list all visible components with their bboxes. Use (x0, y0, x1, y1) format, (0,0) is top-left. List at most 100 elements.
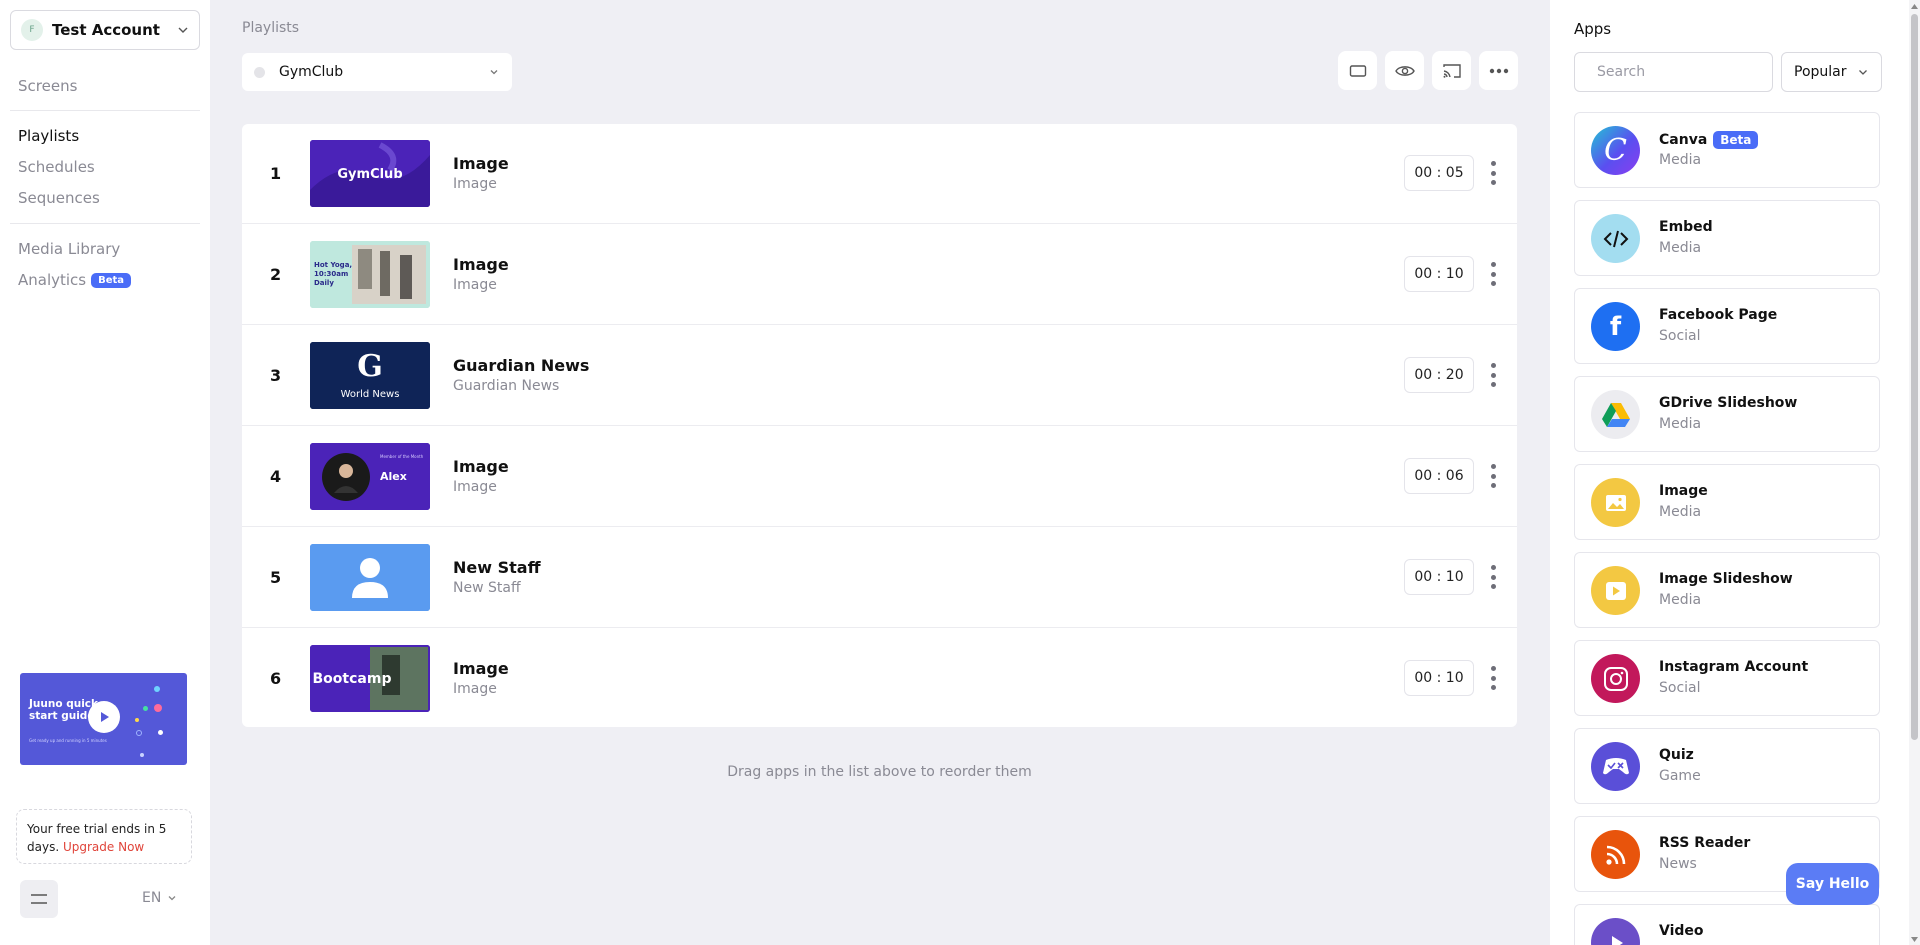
preview-button[interactable] (1385, 51, 1424, 90)
app-category: Media (1659, 240, 1702, 256)
app-card-canva[interactable]: C Canva Beta Media (1574, 112, 1880, 188)
status-dot (254, 66, 265, 78)
scrollbar[interactable] (1909, 0, 1920, 945)
app-search[interactable] (1574, 52, 1773, 92)
playlist-row[interactable]: 4 Member of the Month Alex Image Image 0… (242, 427, 1517, 527)
nav-screens[interactable]: Screens (18, 77, 77, 95)
person-icon (310, 544, 430, 611)
chevron-down-icon (1859, 70, 1867, 75)
row-subtitle: Image (453, 681, 497, 697)
app-card-image[interactable]: Image Media (1574, 464, 1880, 540)
app-name: Facebook Page (1659, 307, 1778, 323)
playlist-select[interactable]: GymClub (242, 53, 512, 91)
more-vertical-icon[interactable] (1490, 666, 1496, 690)
more-options-button[interactable] (1479, 51, 1518, 90)
playlist-row[interactable]: 5 New Staff New Staff 00 : 10 (242, 528, 1517, 628)
app-card-image-slideshow[interactable]: Image Slideshow Media (1574, 552, 1880, 628)
nav-media-library[interactable]: Media Library (18, 240, 120, 258)
app-name: Quiz (1659, 747, 1694, 763)
duration-input[interactable]: 00 : 20 (1404, 357, 1474, 393)
image-icon (1591, 478, 1640, 527)
say-hello-button[interactable]: Say Hello (1786, 863, 1879, 905)
playlist-row[interactable]: 1 GymClub Image Image 00 : 05 (242, 124, 1517, 224)
row-number: 4 (270, 467, 282, 486)
thumb-text: GymClub (337, 167, 402, 182)
account-switcher[interactable]: F Test Account (10, 10, 200, 50)
app-category: News (1659, 856, 1697, 872)
scroll-down-icon[interactable] (1911, 935, 1918, 943)
row-thumbnail (310, 544, 430, 611)
more-vertical-icon[interactable] (1490, 161, 1496, 185)
play-icon[interactable] (88, 701, 120, 733)
gdrive-icon (1591, 390, 1640, 439)
more-vertical-icon[interactable] (1490, 464, 1496, 488)
playlist-name: GymClub (279, 64, 344, 80)
app-category: Media (1659, 416, 1702, 432)
more-vertical-icon[interactable] (1490, 262, 1496, 286)
playlist-row[interactable]: 6 Bootcamp Image Image 00 : 10 (242, 629, 1517, 729)
row-title: Image (453, 659, 509, 678)
app-category: Media (1659, 152, 1702, 168)
app-category: Media (1659, 592, 1702, 608)
nav-playlists[interactable]: Playlists (18, 127, 79, 145)
row-subtitle: Image (453, 277, 497, 293)
page-title: Playlists (242, 20, 300, 36)
row-number: 2 (270, 265, 282, 284)
scroll-up-icon[interactable] (1911, 2, 1918, 10)
chevron-down-icon (168, 896, 176, 901)
more-vertical-icon[interactable] (1490, 363, 1496, 387)
row-title: Image (453, 154, 509, 173)
more-vertical-icon[interactable] (1490, 565, 1496, 589)
thumb-text: World News (341, 389, 400, 400)
thumb-text: Bootcamp (313, 671, 392, 687)
app-card-embed[interactable]: Embed Media (1574, 200, 1880, 276)
app-category: Media (1659, 504, 1702, 520)
app-card-gdrive-slideshow[interactable]: GDrive Slideshow Media (1574, 376, 1880, 452)
duration-input[interactable]: 00 : 05 (1404, 155, 1474, 191)
sort-select[interactable]: Popular (1781, 52, 1882, 92)
app-category: Social (1659, 328, 1701, 344)
canva-icon: C (1591, 126, 1640, 175)
upgrade-now-link[interactable]: Upgrade Now (63, 840, 144, 854)
eye-icon (1394, 65, 1415, 76)
app-name: GDrive Slideshow (1659, 395, 1798, 411)
rss-icon (1591, 830, 1640, 879)
facebook-icon: f (1591, 302, 1640, 351)
scrollbar-thumb[interactable] (1911, 14, 1918, 740)
nav-schedules[interactable]: Schedules (18, 158, 95, 176)
nav-divider (10, 110, 200, 111)
duration-input[interactable]: 00 : 10 (1404, 559, 1474, 595)
sort-label: Popular (1794, 64, 1847, 80)
sidebar: F Test Account Screens Playlists Schedul… (0, 0, 210, 945)
language-select[interactable]: EN (142, 890, 177, 906)
orientation-button[interactable] (1338, 51, 1377, 90)
app-card-instagram-account[interactable]: Instagram Account Social (1574, 640, 1880, 716)
cast-button[interactable] (1432, 51, 1471, 90)
search-input[interactable] (1597, 64, 1771, 80)
duration-input[interactable]: 00 : 10 (1404, 256, 1474, 292)
thumb-caption: Member of the Month (380, 454, 424, 459)
app-card-facebook-page[interactable]: f Facebook Page Social (1574, 288, 1880, 364)
app-card-quiz[interactable]: Quiz Game (1574, 728, 1880, 804)
playlist-row[interactable]: 3 G World News Guardian News Guardian Ne… (242, 326, 1517, 426)
row-number: 1 (270, 164, 282, 183)
duration-input[interactable]: 00 : 06 (1404, 458, 1474, 494)
nav-analytics[interactable]: Analytics Beta (18, 271, 132, 289)
menu-button[interactable] (20, 880, 58, 918)
duration-input[interactable]: 00 : 10 (1404, 660, 1474, 696)
row-subtitle: Guardian News (453, 378, 560, 394)
app-name: Image (1659, 483, 1708, 499)
playlist-row[interactable]: 2 Hot Yoga, 10:30am Daily Image Image 00… (242, 225, 1517, 325)
guide-subtitle: Get ready up and running in 5 minutes (29, 738, 107, 743)
app-card-video[interactable]: Video (1574, 904, 1880, 945)
app-name: RSS Reader (1659, 835, 1751, 851)
row-number: 5 (270, 568, 282, 587)
reorder-hint: Drag apps in the list above to reorder t… (727, 764, 1032, 780)
row-subtitle: Image (453, 176, 497, 192)
decor-dot (135, 718, 139, 722)
nav-sequences[interactable]: Sequences (18, 189, 100, 207)
row-thumbnail: GymClub (310, 140, 430, 207)
quick-start-guide-card[interactable]: Juuno quick start guide Get ready up and… (20, 673, 187, 765)
playlist-items: 1 GymClub Image Image 00 : 05 2 Hot Yoga… (242, 124, 1517, 727)
svg-text:10:30am: 10:30am (314, 270, 348, 278)
